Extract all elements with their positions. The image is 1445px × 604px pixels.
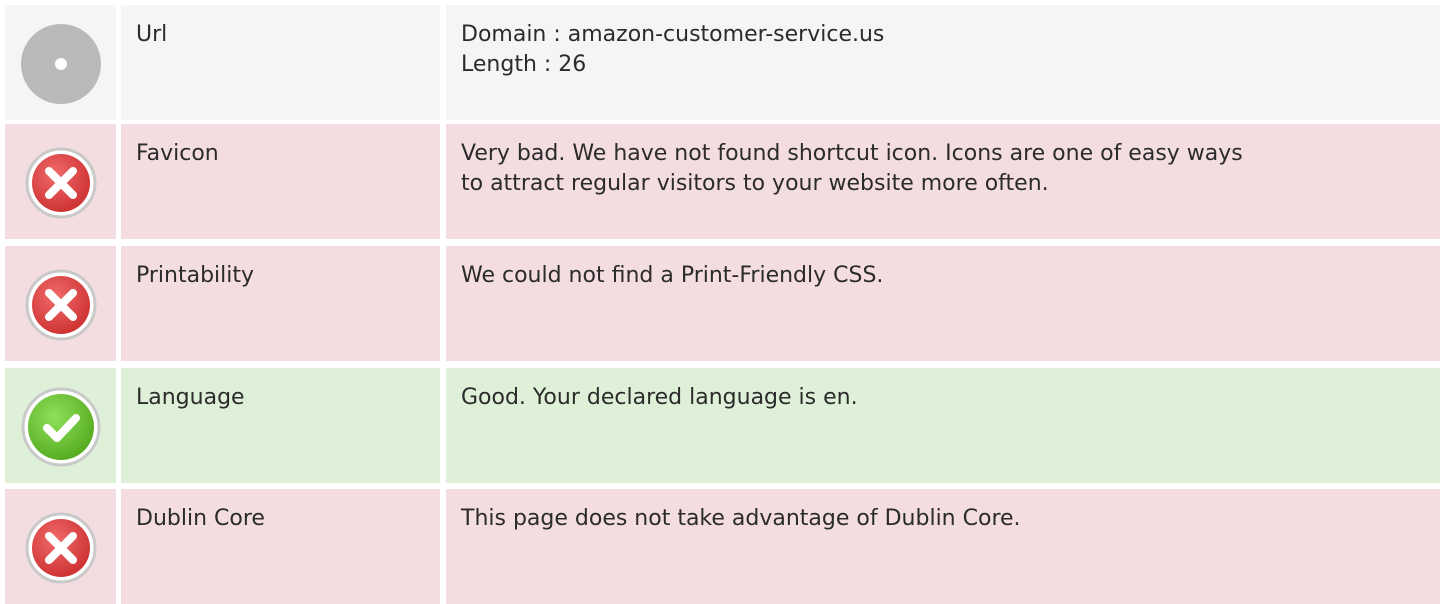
description-line: Very bad. We have not found shortcut ico… — [461, 141, 1243, 166]
row-label: Url — [136, 22, 168, 47]
row-label: Dublin Core — [136, 506, 265, 531]
row-description: This page does not take advantage of Dub… — [461, 504, 1422, 534]
label-cell: Dublin Core — [121, 489, 440, 604]
row-description: We could not find a Print-Friendly CSS. — [461, 261, 1422, 291]
description-line: to attract regular visitors to your webs… — [461, 171, 1049, 196]
row-description: Good. Your declared language is en. — [461, 383, 1422, 413]
status-cell — [5, 5, 116, 120]
row-description: Very bad. We have not found shortcut ico… — [461, 139, 1422, 199]
label-cell: Url — [121, 5, 440, 120]
table-row-printability: Printability We could not find a Print-F… — [0, 246, 1440, 361]
row-description: Domain : amazon-customer-service.us Leng… — [461, 20, 1422, 80]
description-line: We could not find a Print-Friendly CSS. — [461, 263, 884, 288]
table-row-favicon: Favicon Very bad. We have not found shor… — [0, 124, 1440, 239]
description-line: Domain : amazon-customer-service.us — [461, 22, 885, 47]
table-row-url: Url Domain : amazon-customer-service.us … — [0, 5, 1440, 120]
description-cell: We could not find a Print-Friendly CSS. — [446, 246, 1440, 361]
label-cell: Printability — [121, 246, 440, 361]
description-line: Length : 26 — [461, 52, 587, 77]
row-label: Favicon — [136, 141, 219, 166]
row-label: Printability — [136, 263, 255, 288]
description-line: This page does not take advantage of Dub… — [461, 506, 1021, 531]
row-label: Language — [136, 385, 245, 410]
error-x-icon — [20, 142, 102, 224]
table-row-language: Language Good. Your declared language is… — [0, 368, 1440, 483]
label-cell: Language — [121, 368, 440, 483]
status-cell — [5, 246, 116, 361]
check-mark-icon — [20, 386, 102, 468]
neutral-circle-icon — [20, 23, 102, 105]
seo-check-table: Url Domain : amazon-customer-service.us … — [0, 0, 1445, 604]
label-cell: Favicon — [121, 124, 440, 239]
description-line: Good. Your declared language is en. — [461, 385, 858, 410]
description-cell: This page does not take advantage of Dub… — [446, 489, 1440, 604]
table-row-dublin-core: Dublin Core This page does not take adva… — [0, 489, 1440, 604]
status-cell — [5, 124, 116, 239]
status-cell — [5, 489, 116, 604]
error-x-icon — [20, 507, 102, 589]
status-cell — [5, 368, 116, 483]
description-cell: Very bad. We have not found shortcut ico… — [446, 124, 1440, 239]
description-cell: Good. Your declared language is en. — [446, 368, 1440, 483]
description-cell: Domain : amazon-customer-service.us Leng… — [446, 5, 1440, 120]
error-x-icon — [20, 264, 102, 346]
